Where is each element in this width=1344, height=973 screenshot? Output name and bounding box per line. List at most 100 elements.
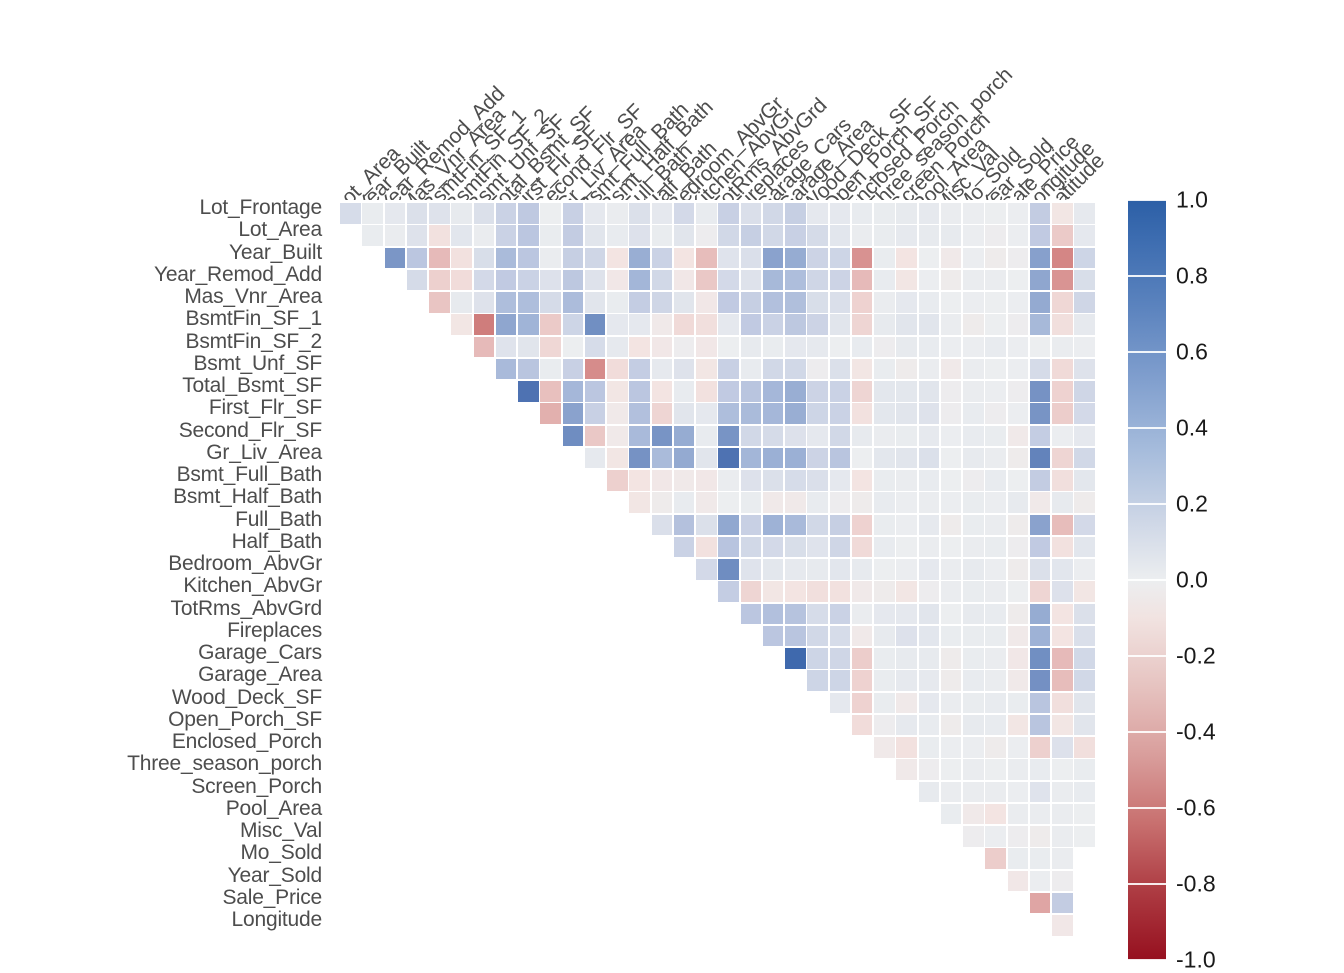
heatmap-cell — [1029, 536, 1051, 558]
heatmap-cell — [940, 759, 962, 780]
heatmap-cell — [851, 247, 873, 269]
heatmap-cell — [696, 403, 717, 424]
heatmap-cell — [851, 536, 873, 558]
heatmap-cell — [1074, 603, 1095, 625]
heatmap-cell — [874, 737, 895, 758]
heatmap-cell — [584, 225, 606, 246]
colorbar-tick-label: 0.2 — [1176, 490, 1208, 517]
row-label: Longitude — [231, 908, 323, 931]
heatmap-cell — [807, 559, 828, 580]
heatmap-cell — [762, 425, 784, 447]
heatmap-cell — [940, 292, 962, 313]
heatmap-cell — [562, 336, 584, 358]
heatmap-cell — [1029, 759, 1051, 780]
heatmap-cell — [918, 269, 940, 291]
heatmap-cell — [918, 714, 940, 736]
heatmap-cell — [762, 581, 784, 602]
heatmap-cell — [584, 381, 606, 402]
heatmap-cell — [807, 292, 828, 313]
heatmap-cell — [985, 447, 1006, 469]
heatmap-cell — [1052, 425, 1073, 447]
row-label: Garage_Cars — [198, 641, 322, 664]
heatmap-cell — [874, 648, 895, 669]
heatmap-cell — [740, 514, 762, 536]
heatmap-cell — [1029, 492, 1051, 513]
heatmap-cell — [540, 358, 561, 380]
heatmap-cell — [1029, 425, 1051, 447]
row-label: Gr_Liv_Area — [206, 440, 322, 464]
heatmap-cell — [985, 514, 1006, 536]
heatmap-cell — [829, 292, 851, 313]
heatmap-cell — [1007, 247, 1029, 269]
heatmap-cell — [874, 381, 895, 402]
heatmap-cell — [584, 403, 606, 424]
heatmap-cell — [851, 425, 873, 447]
heatmap-cell — [807, 648, 828, 669]
heatmap-cell — [874, 336, 895, 358]
row-label: Year_Remod_Add — [153, 262, 322, 286]
heatmap-cell — [762, 336, 784, 358]
row-label: BsmtFin_SF_2 — [185, 329, 323, 353]
heatmap-cell — [985, 536, 1006, 558]
heatmap-cell — [740, 358, 762, 380]
heatmap-cell — [1007, 492, 1029, 513]
heatmap-cell — [940, 336, 962, 358]
heatmap-cell — [607, 381, 628, 402]
heatmap-cell — [696, 514, 717, 536]
row-label: Year_Sold — [227, 863, 323, 887]
heatmap-cell — [518, 203, 539, 224]
heatmap-cell — [896, 358, 917, 380]
heatmap-cell — [874, 603, 895, 625]
heatmap-cell — [785, 559, 806, 580]
heatmap-cell — [985, 403, 1006, 424]
heatmap-cell — [851, 203, 873, 224]
heatmap-cell — [851, 447, 873, 469]
heatmap-cell — [963, 492, 984, 513]
heatmap-cell — [384, 247, 406, 269]
heatmap-cell — [785, 314, 806, 335]
heatmap-cell — [896, 225, 917, 246]
heatmap-cell — [1007, 714, 1029, 736]
heatmap-cell — [1029, 781, 1051, 803]
heatmap-cell — [451, 314, 472, 335]
heatmap-cell — [607, 203, 628, 224]
heatmap-cell — [406, 203, 428, 224]
heatmap-cell — [1074, 470, 1095, 491]
heatmap-cell — [829, 269, 851, 291]
heatmap-cell — [985, 314, 1006, 335]
heatmap-cell — [607, 403, 628, 424]
heatmap-cell — [451, 247, 472, 269]
heatmap-cell — [963, 447, 984, 469]
heatmap-cell — [651, 269, 673, 291]
heatmap-cell — [718, 559, 739, 580]
heatmap-cell — [1074, 292, 1095, 313]
heatmap-cell — [785, 470, 806, 491]
heatmap-cell — [785, 292, 806, 313]
row-label: Mas_Vnr_Area — [184, 285, 322, 308]
heatmap-cell — [473, 292, 495, 313]
heatmap-cell — [963, 559, 984, 580]
heatmap-cell — [807, 381, 828, 402]
colorbar-tick-label: -0.8 — [1176, 870, 1216, 897]
heatmap-cell — [1052, 759, 1073, 780]
heatmap-cell — [740, 225, 762, 246]
heatmap-cell — [762, 603, 784, 625]
heatmap-cell — [807, 247, 828, 269]
heatmap-cell — [451, 292, 472, 313]
heatmap-cell — [851, 714, 873, 736]
heatmap-cell — [874, 670, 895, 691]
heatmap-cell — [807, 492, 828, 513]
heatmap-cell — [1074, 692, 1095, 714]
heatmap-cell — [1052, 737, 1073, 758]
heatmap-cell — [540, 314, 561, 335]
heatmap-cell — [807, 470, 828, 491]
heatmap-cell — [1074, 714, 1095, 736]
heatmap-cell — [562, 381, 584, 402]
heatmap-cell — [762, 358, 784, 380]
heatmap-cell — [1007, 870, 1029, 892]
heatmap-cell — [918, 425, 940, 447]
heatmap-cell — [362, 203, 383, 224]
heatmap-cell — [607, 269, 628, 291]
heatmap-cell — [607, 425, 628, 447]
colorbar-tick — [1128, 275, 1166, 277]
